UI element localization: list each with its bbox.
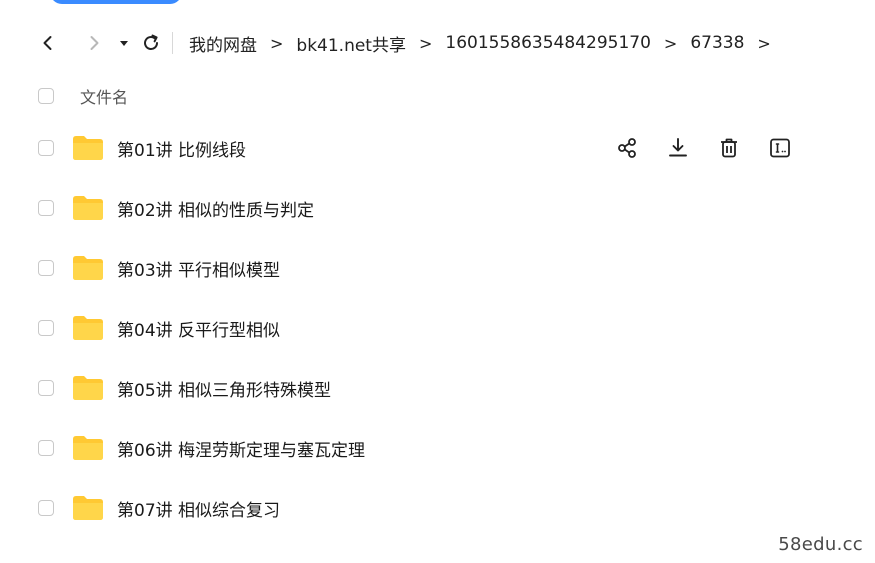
back-button[interactable] [30,25,66,61]
breadcrumb-item-folder-id[interactable]: 1601558635484295170 [445,33,651,53]
refresh-button[interactable] [136,25,166,61]
breadcrumb-separator: > [663,33,678,53]
file-name[interactable]: 第05讲 相似三角形特殊模型 [117,376,331,401]
forward-button[interactable] [76,25,112,61]
breadcrumb-item-current[interactable]: 67338 [690,33,744,53]
row-checkbox[interactable] [38,260,54,276]
download-button[interactable] [663,133,693,163]
file-name[interactable]: 第02讲 相似的性质与判定 [117,196,314,221]
download-icon [669,138,687,157]
file-name[interactable]: 第03讲 平行相似模型 [117,256,280,281]
watermark-text: 58edu.cc [778,534,863,555]
file-name[interactable]: 第01讲 比例线段 [117,136,246,161]
delete-icon [721,138,737,158]
breadcrumb-item-shared[interactable]: bk41.net共享 [296,31,406,56]
delete-button[interactable] [714,133,744,163]
share-button[interactable] [612,133,642,163]
share-icon [618,138,636,158]
row-actions [612,118,795,178]
folder-icon [72,375,104,401]
table-row[interactable]: 第03讲 平行相似模型 [0,238,875,298]
row-checkbox[interactable] [38,380,54,396]
chevron-left-icon [43,36,52,50]
history-dropdown-button[interactable] [112,25,136,61]
rename-icon [770,138,790,158]
row-checkbox[interactable] [38,200,54,216]
nav-divider [172,32,173,54]
table-row[interactable]: 第02讲 相似的性质与判定 [0,178,875,238]
breadcrumb-separator: > [270,33,284,53]
table-row[interactable]: 第04讲 反平行型相似 [0,298,875,358]
row-checkbox[interactable] [38,500,54,516]
caret-down-icon [120,41,128,46]
table-row[interactable]: 第07讲 相似综合复习 [0,478,875,538]
table-row[interactable]: 第05讲 相似三角形特殊模型 [0,358,875,418]
file-name[interactable]: 第07讲 相似综合复习 [117,496,280,521]
file-list: 第01讲 比例线段 第02讲 相似的性质与判定 第03讲 平行相似模型 第04讲… [0,118,875,538]
table-row[interactable]: 第01讲 比例线段 [0,118,875,178]
table-row[interactable]: 第06讲 梅涅劳斯定理与塞瓦定理 [0,418,875,478]
breadcrumb: 我的网盘 > bk41.net共享 > 1601558635484295170 … [189,31,784,56]
row-checkbox[interactable] [38,440,54,456]
folder-icon [72,435,104,461]
select-all-checkbox[interactable] [38,88,54,104]
file-manager-page: 我的网盘 > bk41.net共享 > 1601558635484295170 … [0,0,875,563]
column-header-file-name[interactable]: 文件名 [80,84,128,108]
row-checkbox[interactable] [38,320,54,336]
row-checkbox[interactable] [38,140,54,156]
file-name[interactable]: 第06讲 梅涅劳斯定理与塞瓦定理 [117,436,365,461]
folder-icon [72,255,104,281]
folder-icon [72,195,104,221]
chevron-right-icon [90,36,99,50]
navigation-bar: 我的网盘 > bk41.net共享 > 1601558635484295170 … [30,25,784,61]
rename-button[interactable] [765,133,795,163]
folder-icon [72,315,104,341]
folder-icon [72,135,104,161]
table-header: 文件名 [0,78,875,114]
file-name[interactable]: 第04讲 反平行型相似 [117,316,280,341]
refresh-icon [144,34,158,50]
breadcrumb-separator[interactable]: > [757,34,770,53]
breadcrumb-item-my-drive[interactable]: 我的网盘 [189,31,257,56]
top-action-button[interactable] [50,0,182,4]
breadcrumb-separator: > [418,33,433,53]
folder-icon [72,495,104,521]
